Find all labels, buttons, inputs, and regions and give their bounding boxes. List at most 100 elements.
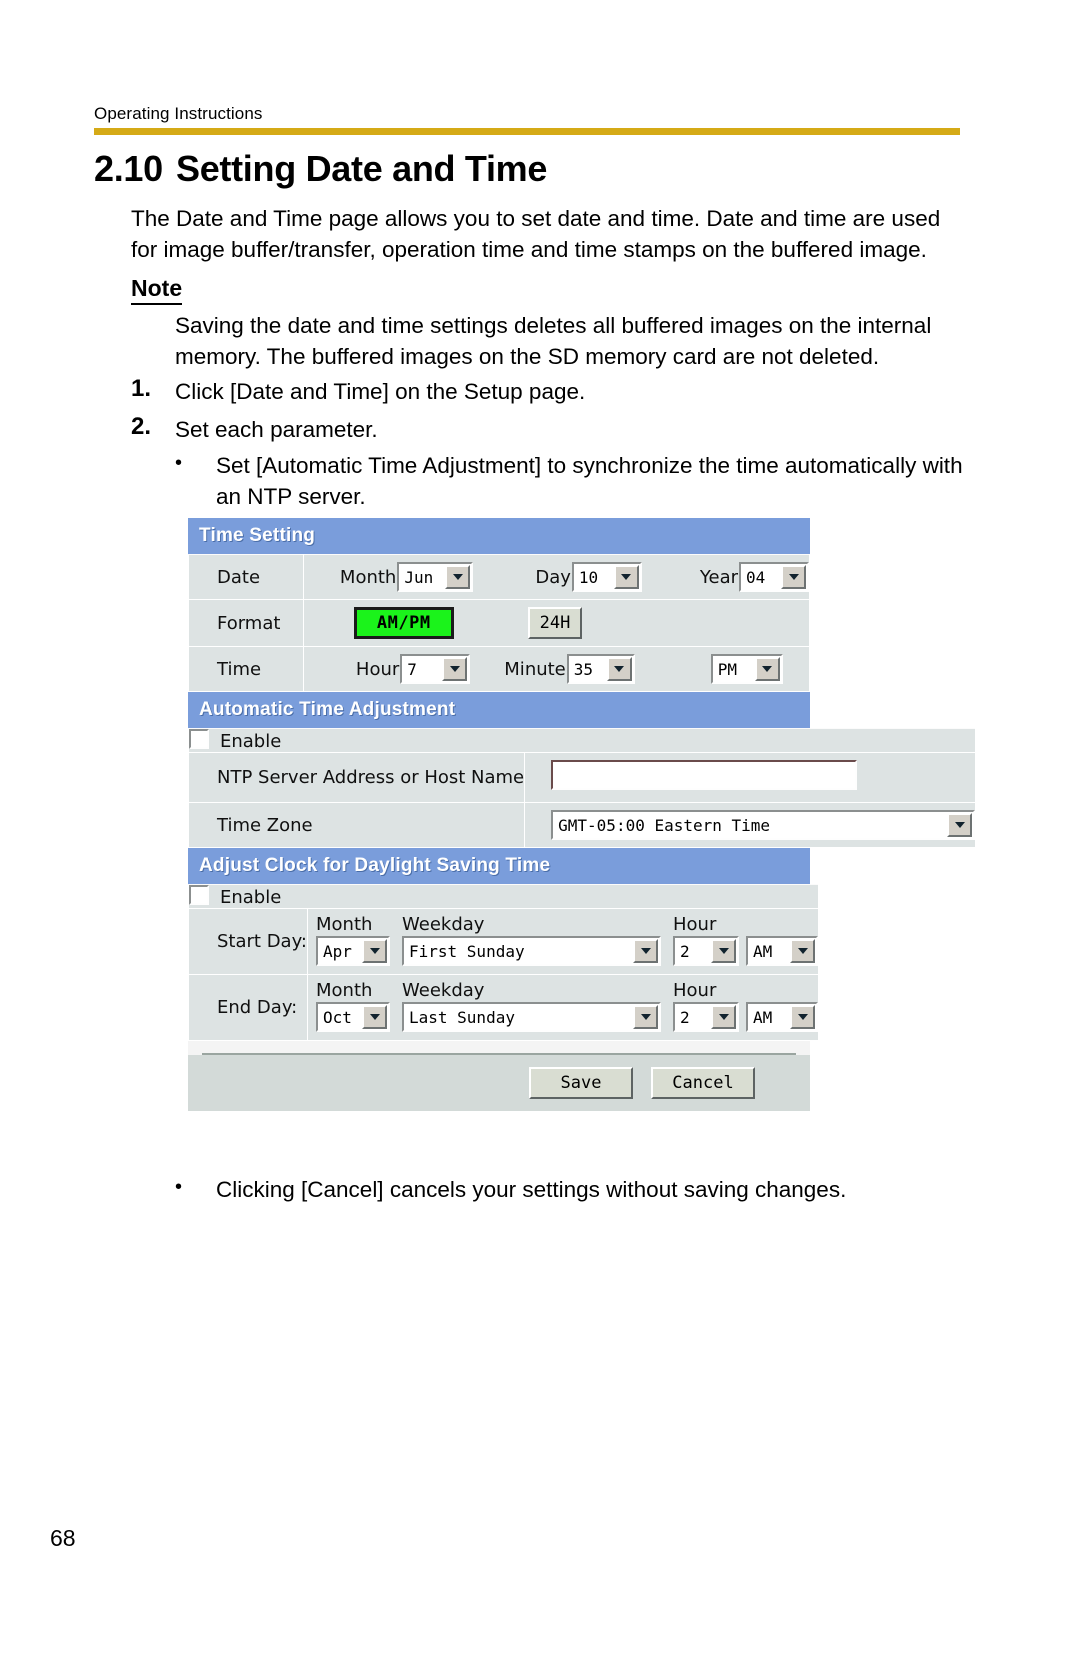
- end-hour-value: 2: [675, 1004, 711, 1030]
- end-month-select[interactable]: Oct: [316, 1002, 390, 1032]
- format-24h-button[interactable]: 24H: [527, 607, 583, 639]
- chevron-down-icon[interactable]: [754, 657, 780, 681]
- chevron-down-icon[interactable]: [781, 565, 806, 589]
- start-meridiem-select[interactable]: AM: [746, 936, 818, 966]
- table-row-format: Format AM/PM 24H: [188, 599, 811, 647]
- end-meridiem-value: AM: [748, 1004, 790, 1030]
- table-row-dst-enable: Enable: [188, 884, 819, 909]
- table-row-ntp-server: NTP Server Address or Host Name: [187, 752, 977, 803]
- time-setting-table: Date Month Jun Day 10 Year 04 Format AM/…: [188, 554, 811, 692]
- chevron-down-icon[interactable]: [613, 565, 639, 589]
- table-row-date: Date Month Jun Day 10 Year 04: [188, 554, 811, 600]
- year-label: Year: [699, 566, 738, 588]
- chevron-down-icon[interactable]: [362, 939, 387, 963]
- dst-enable-label: Enable: [220, 887, 282, 908]
- chevron-down-icon[interactable]: [362, 1005, 387, 1029]
- year-select[interactable]: 04: [739, 562, 809, 592]
- minute-label: Minute: [504, 658, 566, 680]
- hour-select[interactable]: 7: [400, 654, 471, 684]
- bullet-2-text: Clicking [Cancel] cancels your settings …: [216, 1177, 847, 1202]
- ata-enable-row[interactable]: Enable: [187, 728, 977, 753]
- date-time-settings-screenshot: Time Setting Date Month Jun Day 10 Year …: [187, 518, 977, 1111]
- ntp-server-label: NTP Server Address or Host Name: [187, 752, 526, 803]
- meridiem-select-value: PM: [712, 656, 755, 682]
- table-row-time: Time Hour 7 Minute 35 PM: [188, 646, 811, 692]
- dst-enable-checkbox[interactable]: [189, 885, 209, 905]
- chevron-down-icon[interactable]: [633, 939, 658, 963]
- minute-select[interactable]: 35: [566, 654, 635, 684]
- end-weekday-select[interactable]: Last Sunday: [402, 1002, 661, 1032]
- start-day-label: Start Day:: [188, 908, 308, 975]
- month-select-value: Jun: [399, 564, 446, 590]
- ntp-server-input[interactable]: [551, 760, 858, 790]
- minute-select-value: 35: [568, 656, 607, 682]
- end-day-label: End Day:: [188, 974, 308, 1041]
- hour-label: Hour: [355, 658, 400, 680]
- end-meridiem-select[interactable]: AM: [746, 1002, 818, 1032]
- note-heading: Note: [131, 275, 183, 305]
- format-label: Format: [188, 599, 304, 647]
- section-title-text: Setting Date and Time: [176, 148, 548, 189]
- end-weekday-value: Last Sunday: [404, 1004, 633, 1030]
- table-row-start-day: Start Day: Month Apr Weekday First Sunda…: [188, 908, 819, 975]
- meridiem-select[interactable]: PM: [710, 654, 783, 684]
- start-weekday-value: First Sunday: [404, 938, 633, 964]
- header-rule: [94, 128, 960, 135]
- bullet-1-text: Set [Automatic Time Adjustment] to synch…: [216, 453, 963, 509]
- daylight-saving-band: Adjust Clock for Daylight Saving Time: [188, 848, 810, 884]
- running-header: Operating Instructions: [94, 104, 263, 123]
- month-label: Month: [339, 566, 397, 588]
- start-hour-header: Hour: [673, 914, 717, 935]
- step-1-number: 1.: [131, 375, 152, 402]
- cancel-button[interactable]: Cancel: [651, 1067, 755, 1099]
- end-hour-header: Hour: [673, 980, 717, 1001]
- form-separator-zone: [188, 1041, 810, 1055]
- daylight-saving-table: Enable Start Day: Month Apr Weekday Firs…: [188, 884, 819, 1041]
- bullet-marker: •: [175, 1176, 183, 1198]
- time-label: Time: [188, 646, 304, 692]
- end-hour-select[interactable]: 2: [673, 1002, 739, 1032]
- chevron-down-icon[interactable]: [606, 657, 632, 681]
- page-number: 68: [50, 1525, 76, 1551]
- start-weekday-select[interactable]: First Sunday: [402, 936, 661, 966]
- dst-enable-row[interactable]: Enable: [188, 884, 819, 909]
- day-select-value: 10: [573, 564, 614, 590]
- format-ampm-button[interactable]: AM/PM: [353, 607, 454, 639]
- document-page: Operating Instructions 2.10 Setting Date …: [0, 0, 1080, 1669]
- start-hour-value: 2: [675, 938, 711, 964]
- section-number: 2.10: [94, 148, 163, 189]
- chevron-down-icon[interactable]: [947, 813, 973, 837]
- automatic-time-adjustment-band: Automatic Time Adjustment: [188, 692, 810, 728]
- timezone-label: Time Zone: [187, 802, 526, 848]
- chevron-down-icon[interactable]: [442, 657, 468, 681]
- intro-paragraph: The Date and Time page allows you to set…: [131, 206, 941, 262]
- end-weekday-header: Weekday: [402, 980, 485, 1001]
- year-select-value: 04: [741, 564, 781, 590]
- page-title: 2.10 Setting Date and Time: [94, 148, 547, 190]
- step-2-number: 2.: [131, 413, 152, 440]
- table-row-timezone: Time Zone GMT-05:00 Eastern Time: [187, 802, 977, 848]
- month-select[interactable]: Jun: [397, 562, 474, 592]
- bullet-marker: •: [175, 452, 183, 474]
- step-2-text: Set each parameter.: [175, 417, 378, 442]
- start-meridiem-value: AM: [748, 938, 790, 964]
- time-setting-band: Time Setting: [188, 518, 810, 554]
- timezone-select[interactable]: GMT-05:00 Eastern Time: [551, 810, 976, 840]
- ata-enable-checkbox[interactable]: [189, 729, 209, 749]
- end-month-value: Oct: [318, 1004, 362, 1030]
- chevron-down-icon[interactable]: [445, 565, 471, 589]
- day-label: Day: [535, 566, 571, 588]
- timezone-select-value: GMT-05:00 Eastern Time: [553, 812, 948, 838]
- day-select[interactable]: 10: [571, 562, 642, 592]
- step-1-text: Click [Date and Time] on the Setup page.: [175, 379, 586, 404]
- chevron-down-icon[interactable]: [711, 1005, 736, 1029]
- chevron-down-icon[interactable]: [790, 1005, 815, 1029]
- chevron-down-icon[interactable]: [633, 1005, 658, 1029]
- start-month-header: Month: [316, 914, 373, 935]
- note-body: Saving the date and time settings delete…: [175, 313, 932, 369]
- chevron-down-icon[interactable]: [711, 939, 736, 963]
- start-month-select[interactable]: Apr: [316, 936, 390, 966]
- start-hour-select[interactable]: 2: [673, 936, 739, 966]
- chevron-down-icon[interactable]: [790, 939, 815, 963]
- save-button[interactable]: Save: [529, 1067, 633, 1099]
